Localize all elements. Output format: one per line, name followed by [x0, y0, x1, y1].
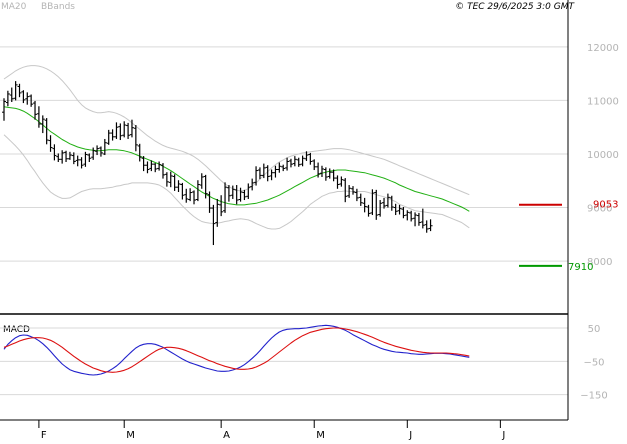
price-y-tick-label: 11000 [587, 96, 619, 107]
stock-chart: MA20 BBands © TEC 29/6/2025 3:0 GMT MACD… [0, 0, 627, 441]
macd-y-tick-label: −50 [583, 357, 604, 368]
support-label: 7910 [568, 262, 593, 273]
price-y-tick-label: 12000 [587, 43, 619, 54]
chart-canvas: MA20 BBands © TEC 29/6/2025 3:0 GMT MACD… [0, 0, 627, 441]
x-axis-month-label: A [223, 430, 230, 440]
resistance-label: 9053 [593, 200, 618, 211]
x-axis-month-label: J [408, 430, 412, 440]
x-axis-month-label: J [501, 430, 505, 440]
x-axis-month-label: M [126, 430, 135, 440]
macd-y-tick-label: 50 [588, 324, 601, 335]
copyright-text: © TEC 29/6/2025 3:0 GMT [455, 2, 575, 12]
x-axis-month-label: M [316, 430, 325, 440]
macd-panel-title: MACD [3, 325, 30, 335]
x-axis-month-label: F [41, 430, 47, 440]
legend-bbands-label: BBands [41, 2, 75, 12]
chart-background [0, 0, 627, 440]
macd-y-tick-label: −150 [580, 391, 607, 402]
legend-ma-label: MA20 [1, 2, 27, 12]
price-y-tick-label: 10000 [587, 150, 619, 161]
